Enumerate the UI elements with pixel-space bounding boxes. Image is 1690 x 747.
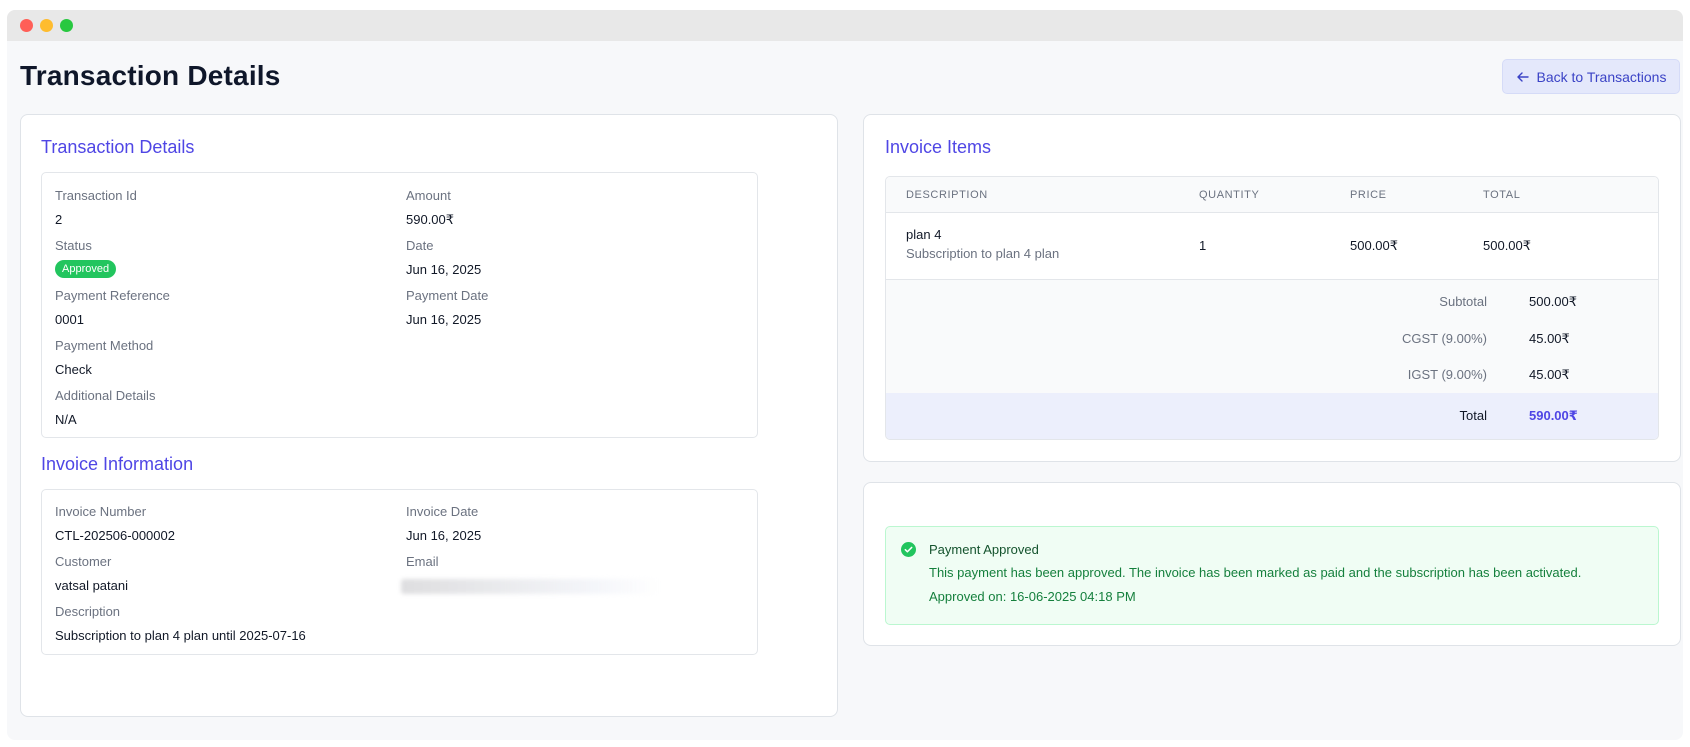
additional-details-field: Additional Details N/A [55, 388, 155, 427]
description-field: Description Subscription to plan 4 plan … [55, 604, 306, 643]
payment-approved-alert: Payment Approved This payment has been a… [885, 526, 1659, 625]
transaction-details-panel: Transaction Id 2 Amount 590.00₹ Status A… [41, 172, 758, 438]
approved-on-text: Approved on: 16-06-2025 04:18 PM [929, 589, 1136, 604]
additional-details-label: Additional Details [55, 388, 156, 403]
payment-method-label: Payment Method [55, 338, 154, 353]
payment-status-card: Payment Approved This payment has been a… [863, 482, 1681, 646]
payment-date-value: Jun 16, 2025 [406, 312, 482, 327]
maximize-window-button[interactable] [60, 19, 73, 32]
status-badge: Approved [55, 260, 117, 278]
transaction-id-field: Transaction Id 2 [55, 188, 137, 227]
payment-reference-label: Payment Reference [55, 288, 170, 303]
header-price: PRICE [1350, 189, 1387, 201]
item-name: plan 4 [906, 227, 942, 242]
cgst-row: CGST (9.00%) 45.00₹ [886, 319, 1658, 358]
amount-field: Amount 590.00₹ [406, 188, 454, 228]
status-label: Status [55, 238, 92, 253]
back-to-transactions-button[interactable]: Back to Transactions [1502, 59, 1680, 94]
date-field: Date Jun 16, 2025 [406, 238, 481, 277]
invoice-number-field: Invoice Number CTL-202506-000002 [55, 504, 175, 543]
status-field: Status Approved [55, 238, 117, 278]
payment-date-label: Payment Date [406, 288, 489, 303]
payment-reference-field: Payment Reference 0001 [55, 288, 170, 327]
table-header: DESCRIPTION QUANTITY PRICE TOTAL [886, 177, 1658, 213]
item-price: 500.00₹ [1350, 238, 1399, 253]
arrow-left-icon [1516, 71, 1529, 82]
email-label: Email [406, 554, 439, 569]
additional-details-value: N/A [55, 412, 77, 427]
payment-method-value: Check [55, 362, 92, 377]
amount-value: 590.00₹ [406, 212, 455, 227]
invoice-date-label: Invoice Date [406, 504, 479, 519]
email-field: Email [401, 554, 661, 594]
customer-field: Customer vatsal patani [55, 554, 128, 593]
description-label: Description [55, 604, 121, 619]
invoice-items-card: Invoice Items DESCRIPTION QUANTITY PRICE… [863, 114, 1681, 462]
invoice-date-field: Invoice Date Jun 16, 2025 [406, 504, 481, 543]
igst-value: 45.00₹ [1529, 367, 1570, 382]
invoice-information-heading: Invoice Information [41, 454, 194, 474]
description-value: Subscription to plan 4 plan until 2025-0… [55, 628, 306, 643]
email-value-redacted [401, 579, 661, 594]
payment-reference-value: 0001 [55, 312, 84, 327]
invoice-items-heading: Invoice Items [885, 137, 992, 157]
header-description: DESCRIPTION [906, 189, 988, 201]
alert-title: Payment Approved [929, 542, 1039, 557]
item-description-cell: plan 4 Subscription to plan 4 plan [906, 227, 1059, 261]
browser-window: Transaction Details Back to Transactions… [7, 10, 1683, 740]
total-label: Total [1459, 408, 1487, 423]
date-label: Date [406, 238, 434, 253]
igst-label: IGST (9.00%) [1407, 367, 1487, 382]
back-button-label: Back to Transactions [1536, 68, 1667, 85]
cgst-value: 45.00₹ [1529, 331, 1570, 346]
customer-label: Customer [55, 554, 112, 569]
customer-value: vatsal patani [55, 578, 128, 593]
details-card: Transaction Details Transaction Id 2 Amo… [20, 114, 838, 717]
transaction-id-label: Transaction Id [55, 188, 137, 203]
header-quantity: QUANTITY [1199, 189, 1260, 201]
invoice-number-value: CTL-202506-000002 [55, 528, 175, 543]
invoice-information-panel: Invoice Number CTL-202506-000002 Invoice… [41, 489, 758, 655]
amount-label: Amount [406, 188, 451, 203]
item-total: 500.00₹ [1483, 238, 1532, 253]
igst-row: IGST (9.00%) 45.00₹ [886, 355, 1658, 394]
table-row: plan 4 Subscription to plan 4 plan 1 500… [886, 213, 1658, 280]
cgst-label: CGST (9.00%) [1401, 331, 1487, 346]
check-circle-icon [901, 542, 916, 557]
payment-method-field: Payment Method Check [55, 338, 153, 377]
close-window-button[interactable] [20, 19, 33, 32]
invoice-date-value: Jun 16, 2025 [406, 528, 482, 543]
alert-message: This payment has been approved. The invo… [929, 565, 1582, 580]
invoice-number-label: Invoice Number [55, 504, 147, 519]
window-titlebar [7, 10, 1683, 41]
invoice-items-table: DESCRIPTION QUANTITY PRICE TOTAL plan 4 … [885, 176, 1659, 440]
subtotal-row: Subtotal 500.00₹ [886, 282, 1658, 321]
item-detail: Subscription to plan 4 plan [906, 246, 1060, 261]
total-value: 590.00₹ [1529, 408, 1578, 423]
transaction-id-value: 2 [55, 212, 63, 227]
header-total: TOTAL [1483, 189, 1521, 201]
page-title: Transaction Details [20, 60, 281, 91]
total-row: Total 590.00₹ [886, 393, 1658, 439]
minimize-window-button[interactable] [40, 19, 53, 32]
subtotal-value: 500.00₹ [1529, 294, 1578, 309]
date-value: Jun 16, 2025 [406, 262, 482, 277]
transaction-details-heading: Transaction Details [41, 137, 195, 157]
item-quantity: 1 [1199, 238, 1207, 253]
payment-date-field: Payment Date Jun 16, 2025 [406, 288, 488, 327]
subtotal-label: Subtotal [1439, 294, 1487, 309]
